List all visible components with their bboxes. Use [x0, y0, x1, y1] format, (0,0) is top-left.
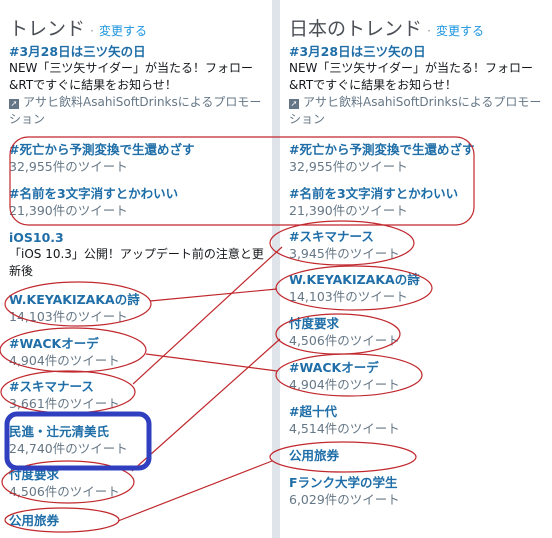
left-promoted-trend[interactable]: #3月28日は三ツ矢の日 NEW「三ツ矢サイダー」が当たる！フォロー&RTですぐ… [9, 44, 271, 128]
right-trends-header: 日本のトレンド · 変更する [289, 14, 484, 41]
left-trends-panel: トレンド · 変更する #3月28日は三ツ矢の日 NEW「三ツ矢サイダー」が当た… [0, 0, 272, 538]
panel-divider [272, 0, 280, 538]
tweet-count: 3,661件のツイート [9, 396, 120, 411]
left-trend-item[interactable]: iOS10.3 「iOS 10.3」公開！アップデート前の注意と更新後 [9, 230, 271, 280]
trend-name[interactable]: #超十代 [289, 404, 551, 420]
right-trend-item[interactable]: 忖度要求 4,506件のツイート [289, 316, 551, 349]
tweet-count: 4,506件のツイート [289, 333, 400, 348]
trend-name[interactable]: #WACKオーデ [9, 336, 271, 352]
right-trend-item[interactable]: #死亡から予測変換で生還めざす 32,955件のツイート [289, 142, 551, 175]
tweet-count: 4,904件のツイート [9, 353, 120, 368]
left-trends-header: トレンド · 変更する [9, 14, 147, 41]
trend-name[interactable]: #名前を3文字消すとかわいい [9, 186, 271, 202]
right-promoted-trend[interactable]: #3月28日は三ツ矢の日 NEW「三ツ矢サイダー」が当たる！フォロー&RTですぐ… [289, 44, 551, 128]
left-change-link[interactable]: 変更する [99, 24, 147, 38]
left-trend-item[interactable]: 民進・辻元清美氏 24,740件のツイート [9, 424, 271, 457]
header-separator: · [90, 24, 94, 38]
tweet-count: 14,103件のツイート [289, 289, 408, 304]
trend-name[interactable]: W.KEYAKIZAKAの詩 [289, 272, 551, 288]
trend-name[interactable]: #名前を3文字消すとかわいい [289, 186, 551, 202]
trend-name[interactable]: #スキマナース [9, 379, 271, 395]
left-trend-item[interactable]: 公用旅券 [9, 513, 271, 529]
right-trend-item[interactable]: Fランク大学の学生 6,029件のツイート [289, 475, 551, 508]
trend-name[interactable]: 公用旅券 [289, 448, 551, 464]
trend-name[interactable]: 忖度要求 [289, 316, 551, 332]
tweet-count: 24,740件のツイート [9, 441, 128, 456]
left-trend-item[interactable]: #死亡から予測変換で生還めざす 32,955件のツイート [9, 142, 271, 175]
promoted-by-text: アサヒ飲料AsahiSoftDrinksによるプロモーション [289, 95, 542, 126]
left-trend-item[interactable]: 忖度要求 4,506件のツイート [9, 467, 271, 500]
trend-name[interactable]: 忖度要求 [9, 467, 271, 483]
right-change-link[interactable]: 変更する [436, 24, 484, 38]
trend-description: 「iOS 10.3」公開！アップデート前の注意と更新後 [9, 247, 264, 278]
promoted-text: NEW「三ツ矢サイダー」が当たる！フォロー&RTですぐに結果をお知らせ！ [9, 61, 253, 92]
trend-name[interactable]: #スキマナース [289, 229, 551, 245]
right-trends-title: 日本のトレンド [289, 18, 423, 40]
left-trend-item[interactable]: #名前を3文字消すとかわいい 21,390件のツイート [9, 186, 271, 219]
tweet-count: 4,904件のツイート [289, 377, 400, 392]
right-trend-item[interactable]: #WACKオーデ 4,904件のツイート [289, 360, 551, 393]
left-trend-item[interactable]: #WACKオーデ 4,904件のツイート [9, 336, 271, 369]
tweet-count: 21,390件のツイート [9, 203, 128, 218]
right-trend-item[interactable]: 公用旅券 [289, 448, 551, 464]
right-trends-panel: 日本のトレンド · 変更する #3月28日は三ツ矢の日 NEW「三ツ矢サイダー」… [280, 0, 552, 538]
tweet-count: 32,955件のツイート [289, 159, 408, 174]
promoted-by-text: アサヒ飲料AsahiSoftDrinksによるプロモーション [9, 95, 262, 126]
left-trend-item[interactable]: W.KEYAKIZAKAの詩 14,103件のツイート [9, 292, 271, 325]
left-trends-title: トレンド [9, 18, 86, 40]
trend-name[interactable]: 民進・辻元清美氏 [9, 424, 271, 440]
tweet-count: 6,029件のツイート [289, 492, 400, 507]
trend-name[interactable]: #WACKオーデ [289, 360, 551, 376]
left-trend-item[interactable]: #スキマナース 3,661件のツイート [9, 379, 271, 412]
trend-name[interactable]: iOS10.3 [9, 230, 271, 246]
tweet-count: 32,955件のツイート [9, 159, 128, 174]
promoted-by: ➚ アサヒ飲料AsahiSoftDrinksによるプロモーション [9, 94, 271, 128]
header-separator: · [427, 24, 431, 38]
promoted-arrow-icon: ➚ [9, 99, 19, 109]
trend-name[interactable]: 公用旅券 [9, 513, 271, 529]
trend-name[interactable]: W.KEYAKIZAKAの詩 [9, 292, 271, 308]
trend-name[interactable]: #3月28日は三ツ矢の日 [289, 44, 551, 60]
tweet-count: 3,945件のツイート [289, 246, 400, 261]
right-trend-item[interactable]: #超十代 4,514件のツイート [289, 404, 551, 437]
trend-name[interactable]: #死亡から予測変換で生還めざす [289, 142, 551, 158]
tweet-count: 14,103件のツイート [9, 309, 128, 324]
trend-name[interactable]: #3月28日は三ツ矢の日 [9, 44, 271, 60]
tweet-count: 4,506件のツイート [9, 484, 120, 499]
promoted-arrow-icon: ➚ [289, 99, 299, 109]
trend-name[interactable]: #死亡から予測変換で生還めざす [9, 142, 271, 158]
right-trend-item[interactable]: #名前を3文字消すとかわいい 21,390件のツイート [289, 186, 551, 219]
tweet-count: 4,514件のツイート [289, 421, 400, 436]
promoted-text: NEW「三ツ矢サイダー」が当たる！フォロー&RTですぐに結果をお知らせ！ [289, 61, 533, 92]
trend-name[interactable]: Fランク大学の学生 [289, 475, 551, 491]
promoted-by: ➚ アサヒ飲料AsahiSoftDrinksによるプロモーション [289, 94, 551, 128]
right-trend-item[interactable]: W.KEYAKIZAKAの詩 14,103件のツイート [289, 272, 551, 305]
tweet-count: 21,390件のツイート [289, 203, 408, 218]
right-trend-item[interactable]: #スキマナース 3,945件のツイート [289, 229, 551, 262]
